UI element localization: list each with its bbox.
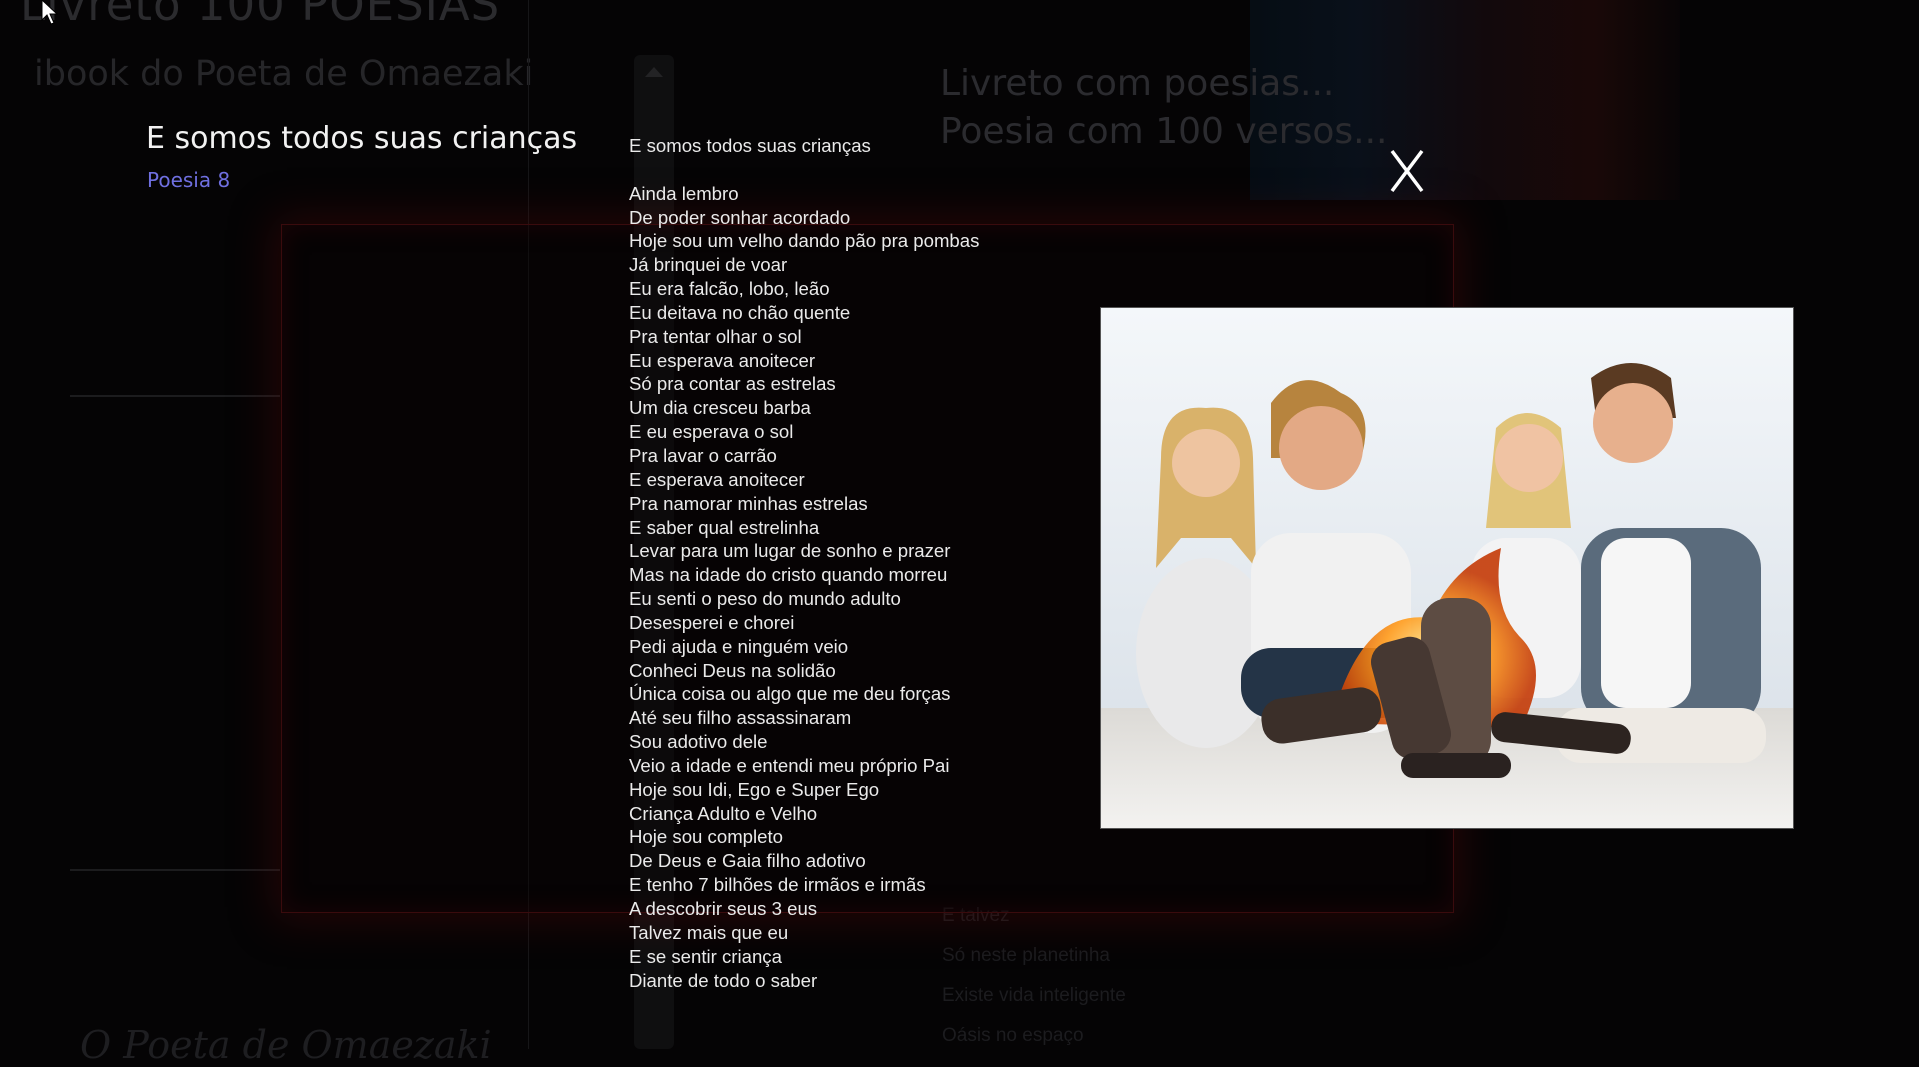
poem-line: Um dia cresceu barba (629, 397, 811, 419)
poem-line: Sou adotivo dele (629, 731, 768, 753)
poem-line: Até seu filho assassinaram (629, 707, 852, 729)
campfire-friends-image (1101, 308, 1793, 828)
poem-line: De Deus e Gaia filho adotivo (629, 850, 866, 872)
poem-line: A descobrir seus 3 eus (629, 898, 818, 919)
divider (70, 869, 280, 871)
poem-line: Conheci Deus na solidão (629, 659, 836, 681)
poem-line: Pra lavar o carrão (629, 444, 777, 466)
app-subtitle: ibook do Poeta de Omaezaki (34, 54, 534, 94)
poem-line: Criança Adulto e Velho (629, 802, 818, 824)
close-icon[interactable] (1389, 147, 1425, 195)
signature: O Poeta de Omaezaki (80, 1023, 492, 1067)
poem-number-link[interactable]: Poesia 8 (147, 168, 230, 192)
poem-line: Só pra contar as estrelas (629, 373, 836, 395)
poem-line: Pra tentar olhar o sol (629, 325, 802, 347)
poem-title: E somos todos suas crianças (146, 121, 578, 156)
poem-line: E saber qual estrelinha (629, 516, 820, 538)
poem-line: Levar para um lugar de sonho e prazer (629, 540, 951, 562)
poem-line: Hoje sou um velho dando pão pra pombas (629, 230, 980, 252)
poem-line: Mas na idade do cristo quando morreu (629, 564, 948, 586)
poem-line: E eu esperava o sol (629, 421, 794, 443)
poem-line: Hoje sou Idi, Ego e Super Ego (629, 778, 880, 800)
stanza-gap (629, 158, 1089, 182)
poem-line: Ainda lembro (629, 182, 739, 204)
poem-text: E somos todos suas crianças Ainda lembro… (629, 134, 1089, 992)
poem-line: Eu senti o peso do mundo adulto (629, 588, 901, 610)
poem-line: E esperava anoitecer (629, 468, 805, 490)
poem-line: De poder sonhar acordado (629, 206, 851, 228)
poem-line: Eu esperava anoitecer (629, 349, 816, 371)
poem-line: E se sentir criança (629, 945, 782, 967)
poem-line: Veio a idade e entendi meu próprio Pai (629, 754, 950, 776)
poem-illustration-photo (1100, 307, 1794, 829)
background-heading-line1: Livreto com poesias... (940, 63, 1335, 104)
poem-line: Hoje sou completo (629, 826, 783, 848)
poem-line: Pra namorar minhas estrelas (629, 492, 868, 514)
poem-line: Talvez mais que eu (629, 921, 789, 943)
poem-line: Única coisa ou algo que me deu forças (629, 683, 951, 705)
divider (70, 395, 280, 397)
scroll-up-icon[interactable] (645, 67, 663, 77)
poem-line: Desesperei e chorei (629, 611, 795, 633)
mouse-cursor-icon (41, 0, 59, 25)
app-title: Livreto 100 POESIAS (20, 0, 501, 31)
poem-line: Já brinquei de voar (629, 254, 788, 276)
poem-line: Eu deitava no chão quente (629, 301, 851, 323)
poem-line: Diante de todo o saber (629, 969, 818, 991)
poem-line: Eu era falcão, lobo, leão (629, 278, 830, 300)
background-list-item: Oásis no espaço (942, 1025, 1084, 1046)
close-button[interactable] (1382, 140, 1432, 202)
poem-line: Pedi ajuda e ninguém veio (629, 635, 849, 657)
poem-heading: E somos todos suas crianças (629, 135, 871, 156)
poem-line: E tenho 7 bilhões de irmãos e irmãs (629, 874, 926, 896)
